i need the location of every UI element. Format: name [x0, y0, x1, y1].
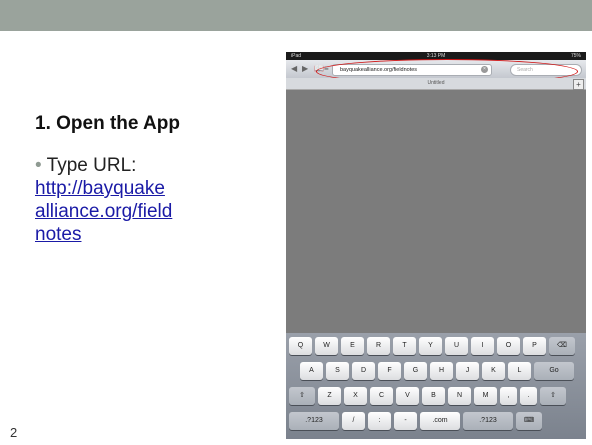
key-o[interactable]: O	[497, 337, 520, 355]
key-[interactable]: :	[368, 412, 391, 430]
key-[interactable]: .	[520, 387, 537, 405]
key-r[interactable]: R	[367, 337, 390, 355]
key-y[interactable]: Y	[419, 337, 442, 355]
key-z[interactable]: Z	[318, 387, 341, 405]
key-t[interactable]: T	[393, 337, 416, 355]
tab-bar: Untitled +	[286, 78, 586, 90]
key-l[interactable]: L	[508, 362, 531, 380]
blank-page-content	[286, 90, 586, 325]
key-k[interactable]: K	[482, 362, 505, 380]
forward-icon[interactable]: ▶	[302, 64, 308, 74]
key-n[interactable]: N	[448, 387, 471, 405]
bullet-item: • Type URL:	[35, 155, 136, 177]
key-[interactable]: ⇧	[540, 387, 566, 405]
key-i[interactable]: I	[471, 337, 494, 355]
key-123[interactable]: .?123	[463, 412, 513, 430]
key-go[interactable]: Go	[534, 362, 574, 380]
key-q[interactable]: Q	[289, 337, 312, 355]
keyboard-row-1: Q W E R T Y U I O P ⌫	[286, 337, 586, 357]
url-line: http://bayquake	[35, 178, 165, 199]
key-[interactable]: ⇧	[289, 387, 315, 405]
key-v[interactable]: V	[396, 387, 419, 405]
new-tab-button[interactable]: +	[573, 79, 584, 90]
keyboard-row-2: A S D F G H J K L Go	[286, 362, 586, 382]
page-number: 2	[10, 425, 18, 440]
key-w[interactable]: W	[315, 337, 338, 355]
key-g[interactable]: G	[404, 362, 427, 380]
key-[interactable]: -	[394, 412, 417, 430]
key-x[interactable]: X	[344, 387, 367, 405]
bullet-label: Type URL:	[46, 155, 137, 176]
key-[interactable]: /	[342, 412, 365, 430]
url-link[interactable]: http://bayquake alliance.org/field notes	[35, 177, 172, 246]
battery-level: 75%	[570, 53, 581, 59]
key-p[interactable]: P	[523, 337, 546, 355]
key-com[interactable]: .com	[420, 412, 460, 430]
bullet-dot-icon: •	[35, 155, 42, 176]
keyboard-row-3: ⇧ Z X C V B N M,. ⇧	[286, 387, 586, 407]
back-icon[interactable]: ◀	[291, 64, 297, 74]
key-[interactable]: ,	[500, 387, 517, 405]
key-e[interactable]: E	[341, 337, 364, 355]
key-u[interactable]: U	[445, 337, 468, 355]
key-[interactable]: ⌫	[549, 337, 575, 355]
url-line: notes	[35, 224, 82, 245]
key-s[interactable]: S	[326, 362, 349, 380]
key-j[interactable]: J	[456, 362, 479, 380]
key-a[interactable]: A	[300, 362, 323, 380]
slide-heading: 1. Open the App	[35, 113, 180, 134]
key-m[interactable]: M	[474, 387, 497, 405]
key-123[interactable]: .?123	[289, 412, 339, 430]
onscreen-keyboard: Q W E R T Y U I O P ⌫ A S D F G H J K L Go ⇧ Z X C V B N M,. ⇧ .?123/:…	[286, 333, 586, 439]
tab-untitled[interactable]: Untitled	[286, 78, 586, 89]
ipad-screenshot: iPad 3:13 PM 75% ◀ ▶ 📖 ≡ bayquakeallianc…	[286, 52, 586, 439]
key-f[interactable]: F	[378, 362, 401, 380]
key-d[interactable]: D	[352, 362, 375, 380]
slide-header-bar	[0, 0, 592, 31]
key-b[interactable]: B	[422, 387, 445, 405]
key-h[interactable]: H	[430, 362, 453, 380]
key-[interactable]: ⌨	[516, 412, 542, 430]
url-line: alliance.org/field	[35, 201, 173, 222]
keyboard-row-4: .?123/: - .com .?123 ⌨	[286, 412, 586, 432]
key-c[interactable]: C	[370, 387, 393, 405]
